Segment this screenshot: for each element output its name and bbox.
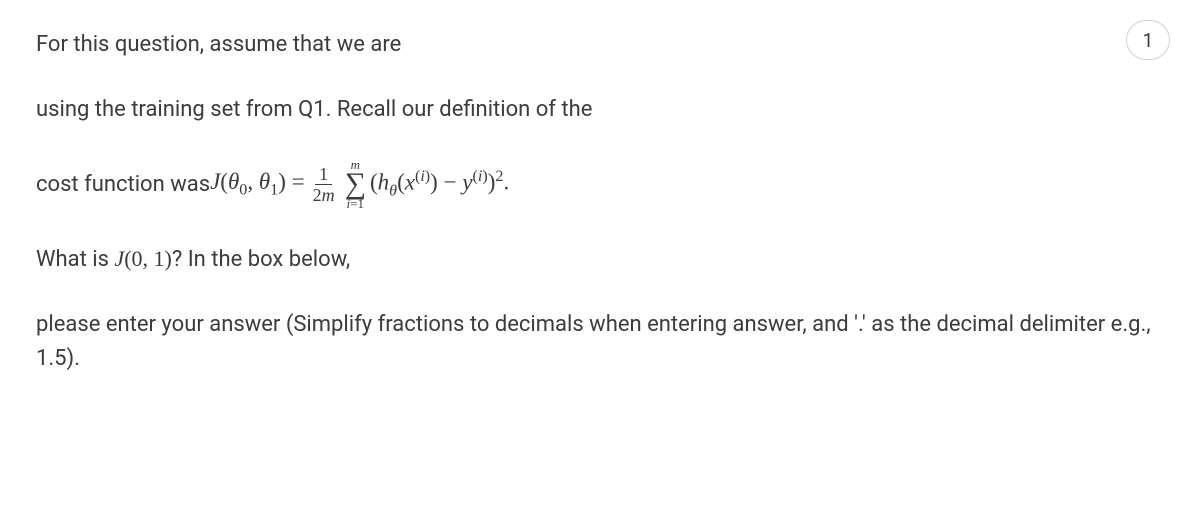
y-symbol: y: [462, 169, 472, 194]
theta0: θ: [228, 169, 239, 194]
x-symbol: x: [405, 169, 415, 194]
fraction: 1 2m: [309, 165, 339, 204]
summation: m ∑ i=1: [345, 158, 366, 210]
J-0-1: J(0, 1): [114, 246, 171, 271]
fraction-denominator: 2m: [309, 185, 339, 204]
y-sup: (i): [473, 168, 488, 185]
theta1-sub: 1: [270, 182, 278, 199]
cost-function-formula: J(θ0, θ1) =: [210, 165, 305, 203]
h-symbol: h: [378, 169, 390, 194]
question-content: For this question, assume that we are us…: [0, 0, 1190, 404]
fraction-numerator: 1: [315, 165, 332, 185]
h-sub: θ: [389, 182, 397, 199]
points-badge: 1: [1126, 20, 1170, 60]
points-value: 1: [1143, 29, 1154, 52]
question-line-3: cost function was J(θ0, θ1) = 1 2m m ∑ i…: [36, 158, 1154, 210]
line4-prefix: What is: [36, 247, 114, 272]
J-symbol: J: [210, 169, 220, 194]
equals: =: [286, 169, 305, 194]
x-sup: (i): [415, 168, 430, 185]
period: .: [503, 169, 509, 194]
question-line-5: please enter your answer (Simplify fract…: [36, 308, 1154, 376]
line4-suffix: ? In the box below,: [172, 247, 350, 272]
question-line-1: For this question, assume that we are: [36, 28, 1154, 61]
sigma-lower: i=1: [347, 197, 364, 210]
question-line-2: using the training set from Q1. Recall o…: [36, 93, 1154, 126]
theta1: θ: [259, 169, 270, 194]
question-line-4: What is J(0, 1)? In the box below,: [36, 242, 1154, 276]
summation-body: (hθ(x(i)) − y(i))2.: [370, 165, 509, 203]
sigma-symbol: ∑: [345, 169, 366, 199]
minus: −: [438, 169, 462, 194]
line3-prefix: cost function was: [36, 168, 210, 201]
